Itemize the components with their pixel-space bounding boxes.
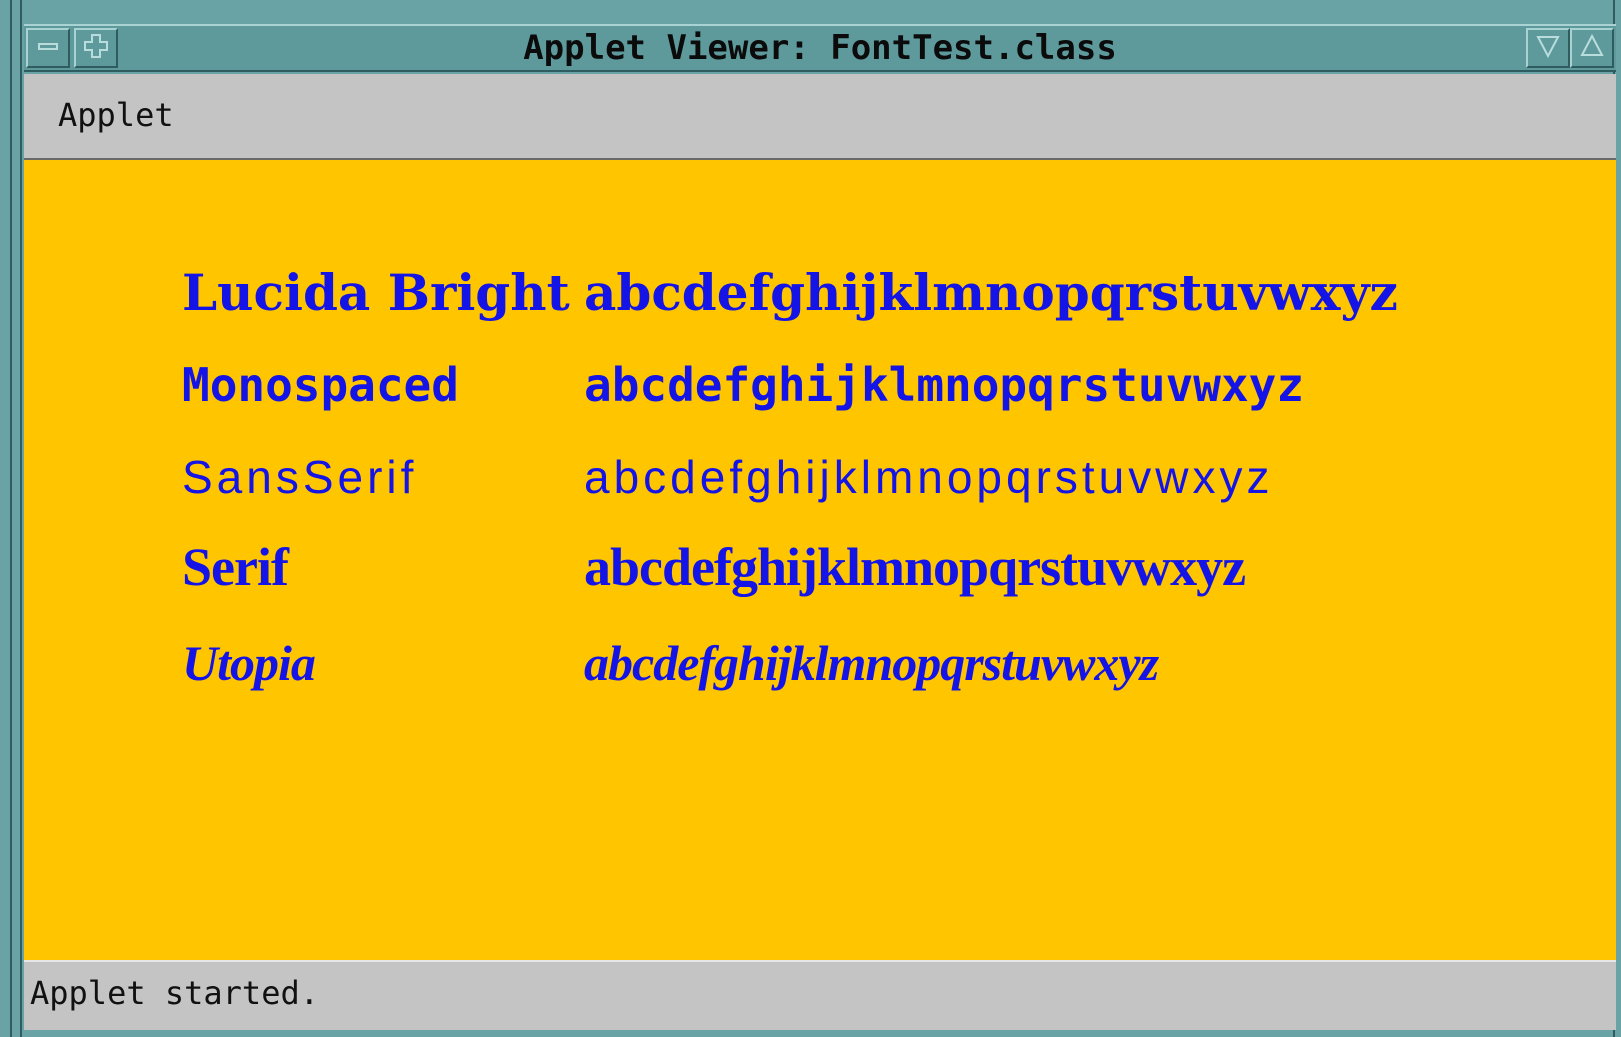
menu-applet[interactable]: Applet [58, 96, 174, 134]
applet-viewer-window: Applet Viewer: FontTest.class Applet Luc… [0, 0, 1621, 1037]
font-name: Monospaced [182, 358, 459, 412]
font-sample: abcdefghijklmnopqrstuvwxyz [584, 263, 1398, 322]
triangle-up-icon [1579, 33, 1605, 64]
raise-window-button[interactable] [1570, 28, 1614, 68]
applet-canvas: Lucida Bright abcdefghijklmnopqrstuvwxyz… [24, 160, 1616, 960]
status-bar: Applet started. [24, 960, 1616, 1030]
title-bar[interactable]: Applet Viewer: FontTest.class [24, 24, 1616, 72]
frame-border-left [10, 0, 12, 1037]
minimize-button[interactable] [26, 28, 70, 68]
menu-bar: Applet [24, 74, 1616, 160]
font-name: SansSerif [182, 451, 418, 503]
window-title: Applet Viewer: FontTest.class [523, 28, 1117, 68]
font-sample: abcdefghijklmnopqrstuvwxyz [584, 635, 1159, 691]
font-name: Lucida Bright [182, 263, 570, 322]
font-name: Utopia [182, 635, 316, 691]
font-sample: abcdefghijklmnopqrstuvwxyz [584, 358, 1305, 412]
window-menu-button[interactable] [74, 28, 118, 68]
plus-icon [83, 33, 109, 64]
lower-window-button[interactable] [1526, 28, 1570, 68]
font-sample: abcdefghijklmnopqrstuvwxyz [584, 537, 1246, 597]
font-sample: abcdefghijklmnopqrstuvwxyz [584, 451, 1274, 503]
triangle-down-icon [1535, 33, 1561, 64]
minus-icon [37, 34, 59, 62]
status-text: Applet started. [30, 974, 319, 1012]
font-name: Serif [182, 537, 289, 597]
frame-border-left-inner [20, 0, 22, 1037]
